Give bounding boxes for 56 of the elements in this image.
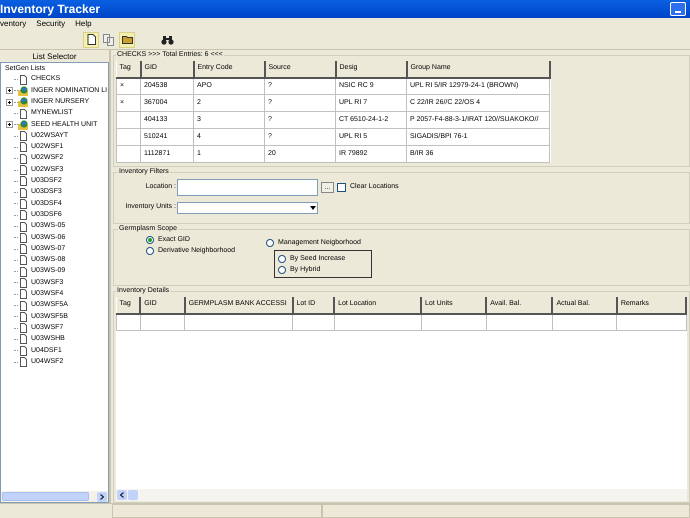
checkbox[interactable]: [337, 183, 346, 192]
document-icon: [18, 74, 28, 85]
chevron-left-icon: [120, 492, 124, 498]
document-icon: [18, 323, 28, 334]
window-title: Inventory Tracker: [0, 1, 100, 18]
scroll-thumb[interactable]: [128, 490, 138, 500]
document-icon: [18, 188, 28, 198]
folder-icon: [122, 35, 132, 44]
menu-item[interactable]: Help: [75, 18, 92, 30]
document-icon: [18, 131, 28, 142]
document-icon: [18, 165, 28, 176]
copy-icon: [103, 34, 115, 46]
document-icon: [18, 198, 28, 209]
document-icon: [18, 176, 28, 186]
location-field[interactable]: [177, 179, 318, 196]
document-icon: [18, 244, 28, 254]
document-icon: [18, 334, 28, 344]
document-icon: [18, 210, 28, 220]
scroll-right-button[interactable]: [97, 492, 107, 502]
inventory-units-dropdown[interactable]: [177, 202, 318, 214]
expand-icon[interactable]: [6, 87, 13, 94]
radio-button[interactable]: [146, 236, 154, 244]
radio-button[interactable]: [146, 247, 154, 255]
expand-icon[interactable]: [6, 98, 13, 106]
globe-folder-icon: [18, 120, 28, 130]
panel-title: List Selector: [31, 51, 78, 62]
document-icon: [18, 357, 28, 368]
document-icon: [18, 154, 28, 164]
radio-button[interactable]: [266, 239, 274, 247]
open-button[interactable]: [119, 32, 135, 48]
document-icon: [86, 34, 96, 45]
chevron-right-icon: [100, 494, 104, 500]
menu-item[interactable]: ventory: [0, 18, 26, 30]
radio-button[interactable]: [278, 266, 286, 274]
expand-icon[interactable]: [6, 121, 13, 128]
document-icon: [18, 266, 28, 277]
document-icon: [18, 142, 28, 152]
document-icon: [18, 255, 28, 266]
document-icon: [18, 108, 28, 119]
menu-item[interactable]: Security: [36, 18, 66, 30]
document-icon: [18, 232, 28, 243]
document-icon: [18, 278, 28, 288]
minimize-button[interactable]: [670, 2, 686, 16]
document-icon: [18, 300, 28, 311]
globe-folder-icon: [18, 86, 28, 96]
binoculars-icon: [160, 34, 174, 44]
scroll-thumb[interactable]: [2, 492, 89, 501]
scroll-left-button[interactable]: [117, 490, 127, 500]
dropdown-arrow-icon: [310, 206, 316, 210]
document-icon: [18, 289, 28, 300]
document-icon: [18, 346, 28, 356]
globe-folder-icon: [18, 97, 28, 108]
document-icon: [18, 312, 28, 322]
new-document-button[interactable]: [83, 32, 99, 48]
radio-button[interactable]: [278, 255, 286, 263]
document-icon: [18, 222, 28, 232]
